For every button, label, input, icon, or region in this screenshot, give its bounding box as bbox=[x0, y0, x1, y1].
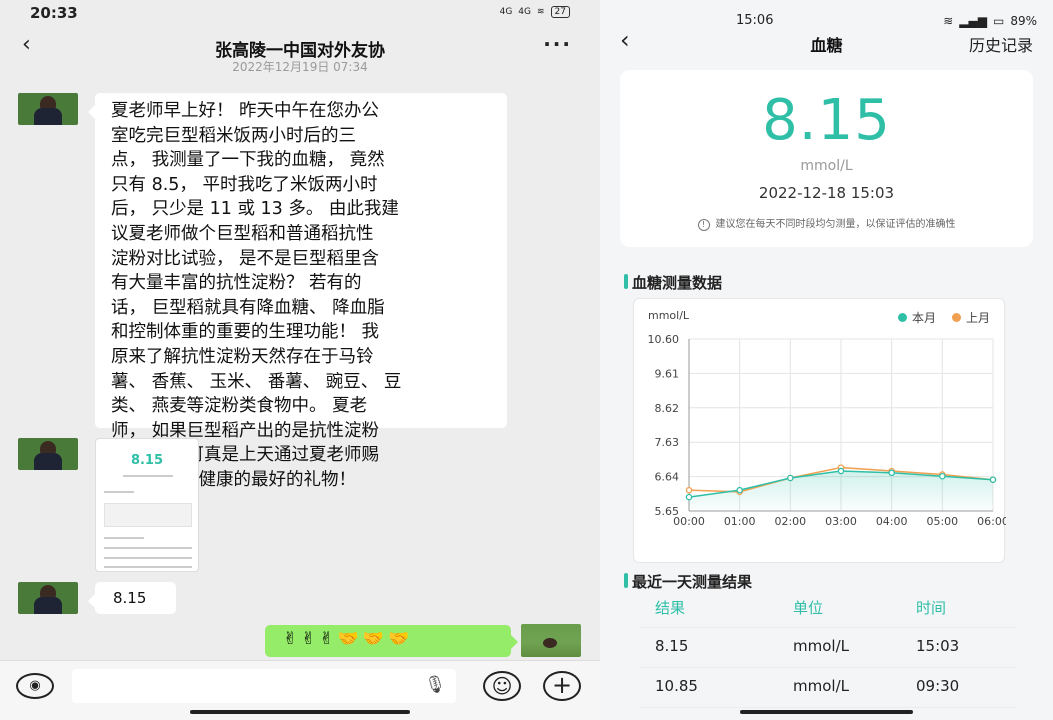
thumbnail-chart bbox=[104, 503, 192, 527]
table-row[interactable]: 10.85 mmol/L 09:30 bbox=[640, 668, 1016, 708]
x-tick-label: 04:00 bbox=[876, 515, 908, 528]
message-line: 淀粉对比试验， 是不是巨型稻里含 bbox=[111, 248, 380, 269]
message-line: 和控制体重的重要的生理功能！ 我 bbox=[111, 322, 380, 343]
measure-time: 2022-12-18 15:03 bbox=[758, 184, 895, 202]
message-line: 类、 燕麦等淀粉类食物中。 夏老 bbox=[111, 396, 368, 417]
contact-avatar[interactable] bbox=[18, 93, 78, 125]
status-bar: 20:33 4G 4G ≋ 27 bbox=[0, 0, 600, 28]
thumbnail-line bbox=[104, 547, 192, 549]
glucose-screen: 15:06 ≋ ▂▄▆ ▭ 89% ‹ 血糖 历史记录 8.15 mmol/L … bbox=[600, 0, 1053, 720]
mic-icon[interactable]: 🎙 bbox=[424, 675, 446, 695]
signal-icon-2: 4G bbox=[518, 7, 531, 17]
measure-tip: ! 建议您在每天不同时段均匀测量，以保证评估的准确性 bbox=[620, 215, 1033, 231]
message-line: 原来了解抗性淀粉天然存在于马铃 bbox=[111, 346, 374, 367]
thumbnail-line bbox=[123, 475, 173, 477]
signal-icon: 4G bbox=[499, 7, 513, 17]
section-title-results: 最近一天测量结果 bbox=[623, 573, 753, 591]
message-line: 有大量丰富的抗性淀粉？ 若有的 bbox=[111, 273, 362, 294]
thumbnail-line bbox=[104, 537, 144, 539]
y-tick-label: 10.60 bbox=[648, 333, 680, 346]
table-row[interactable]: 8.15 mmol/L 15:03 bbox=[640, 628, 1016, 668]
chart-plot: 10.609.618.627.636.645.6500:00 01:00 02:00… bbox=[648, 333, 1007, 528]
plus-icon[interactable]: + bbox=[543, 671, 581, 701]
thumbnail-line bbox=[104, 491, 134, 493]
data-point-this-month bbox=[736, 486, 743, 494]
reading-card: 8.15 mmol/L 2022-12-18 15:03 ! 建议您在每天不同时段… bbox=[620, 70, 1033, 247]
more-icon[interactable]: ··· bbox=[543, 32, 572, 56]
thumbnail-value: 8.15 bbox=[130, 453, 164, 468]
x-tick-label: 01:00 bbox=[724, 515, 756, 528]
home-indicator bbox=[190, 710, 410, 714]
y-tick-label: 7.63 bbox=[655, 436, 680, 449]
cell-result: 8.15 bbox=[655, 637, 689, 655]
message-line: 薯、 香蕉、 玉米、 番薯、 豌豆、 豆 bbox=[111, 371, 402, 392]
message-bubble-long[interactable]: 夏老师早上好！ 昨天中午在您办公 室吃完巨型稻米饭两小时后的三 点， 我测量了一… bbox=[88, 93, 507, 490]
y-tick-label: 8.62 bbox=[655, 402, 680, 415]
message-input[interactable]: 🎙 bbox=[72, 669, 456, 703]
glucose-header: ‹ 血糖 历史记录 bbox=[600, 26, 1053, 62]
cell-result: 10.85 bbox=[655, 677, 698, 695]
thumbnail-line bbox=[104, 557, 192, 559]
cell-time: 09:30 bbox=[916, 677, 960, 695]
image-message-thumbnail[interactable]: 8.15 bbox=[95, 438, 199, 572]
header-time: 时间 bbox=[916, 599, 947, 617]
message-line: 室吃完巨型稻米饭两小时后的三 bbox=[111, 125, 356, 146]
cell-time: 15:03 bbox=[916, 637, 960, 655]
glucose-unit: mmol/L bbox=[800, 158, 853, 174]
message-line: 议夏老师做个巨型稻和普通稻抗性 bbox=[111, 223, 374, 244]
message-line: 点， 我测量了一下我的血糖， 竟然 bbox=[111, 150, 385, 171]
info-icon: ! bbox=[697, 219, 710, 231]
data-point-this-month bbox=[939, 473, 946, 480]
chat-header: ‹ 张高陵一中国对外友协 ··· bbox=[0, 28, 600, 62]
thumbnail-line bbox=[104, 566, 192, 568]
header-unit: 单位 bbox=[793, 599, 824, 617]
data-point-this-month bbox=[989, 476, 997, 483]
message-line: 只有 8.5， 平时我吃了米饭两小时 bbox=[111, 174, 378, 195]
x-tick-label: 06:00 bbox=[977, 515, 1006, 528]
status-time: 20:33 bbox=[30, 4, 78, 22]
home-indicator bbox=[740, 710, 913, 714]
date-stamp: 2022年12月19日 07:34 bbox=[232, 60, 368, 74]
x-tick-label: 05:00 bbox=[926, 515, 958, 528]
message-line: 后， 只少是 11 或 13 多。 由此我建 bbox=[111, 199, 399, 220]
voice-icon[interactable]: ◉ bbox=[16, 673, 54, 699]
x-tick-label: 00:00 bbox=[673, 515, 705, 528]
x-tick-label: 03:00 bbox=[825, 515, 857, 528]
glucose-value: 8.15 bbox=[762, 88, 891, 153]
x-tick-label: 02:00 bbox=[774, 515, 806, 528]
y-tick-label: 9.61 bbox=[655, 367, 680, 380]
emoji-icon[interactable]: ☺ bbox=[483, 671, 521, 701]
measure-tip-text: 建议您在每天不同时段均匀测量，以保证评估的准确性 bbox=[715, 219, 956, 230]
contact-avatar[interactable] bbox=[18, 582, 78, 614]
header-result: 结果 bbox=[655, 599, 686, 617]
history-link[interactable]: 历史记录 bbox=[969, 32, 1033, 56]
data-point-this-month bbox=[787, 474, 794, 482]
cell-unit: mmol/L bbox=[793, 677, 849, 695]
message-bubble-short[interactable]: 8.15 bbox=[88, 582, 176, 614]
table-header: 结果 单位 时间 bbox=[640, 594, 1016, 628]
wifi-icon: ≋ bbox=[537, 7, 545, 17]
message-line: 话， 巨型稻就具有降血糖、 降血脂 bbox=[111, 297, 385, 318]
data-point-last-month bbox=[685, 486, 693, 494]
glucose-chart[interactable]: mmol/L 本月 上月 10.60 9.61 8.62 7.63 6.64 5… bbox=[633, 298, 1007, 563]
cell-unit: mmol/L bbox=[793, 637, 849, 655]
results-table: 结果 单位 时间 8.15 mmol/L 15:03 10.85 mmol/L … bbox=[640, 594, 1016, 708]
status-bar: 15:06 ≋ ▂▄▆ ▭ 89% bbox=[600, 0, 1053, 28]
data-point-this-month bbox=[685, 493, 693, 501]
chat-screen: 20:33 4G 4G ≋ 27 ‹ 张高陵一中国对外友协 ··· 2022年1… bbox=[0, 0, 600, 720]
battery-icon: 27 bbox=[550, 6, 570, 18]
status-icons: 4G 4G ≋ 27 bbox=[500, 6, 570, 18]
sent-message-bubble[interactable]: ✌✌✌🤝🤝🤝 bbox=[265, 625, 518, 657]
data-point-this-month bbox=[837, 467, 845, 475]
y-tick-label: 6.64 bbox=[655, 471, 680, 484]
my-avatar[interactable] bbox=[521, 624, 581, 657]
section-title-chart: 血糖测量数据 bbox=[623, 274, 723, 292]
contact-avatar[interactable] bbox=[18, 438, 78, 470]
message-line: 夏老师早上好！ 昨天中午在您办公 bbox=[111, 101, 380, 121]
data-point-this-month bbox=[888, 469, 895, 477]
